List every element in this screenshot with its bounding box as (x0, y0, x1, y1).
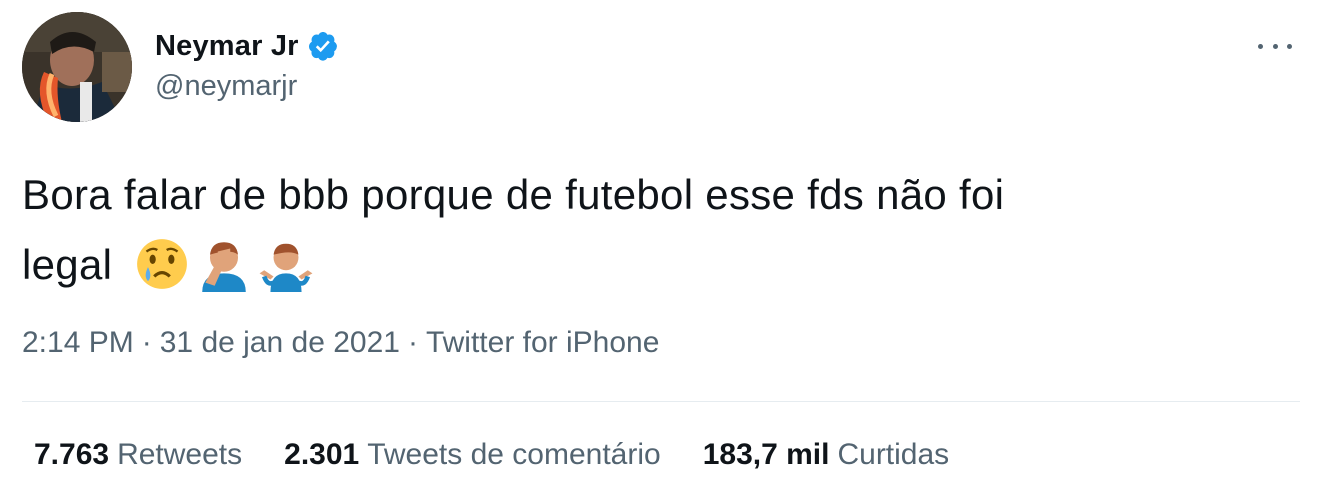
retweets-count: 7.763 (34, 438, 110, 471)
avatar-photo (22, 12, 132, 122)
quote-tweets-count: 2.301 (284, 438, 360, 471)
tweet-source[interactable]: Twitter for iPhone (426, 326, 659, 359)
tweet-date[interactable]: 31 de jan de 2021 (160, 326, 400, 359)
more-dot (1272, 43, 1278, 49)
crying-face-emoji-icon (134, 236, 190, 292)
author-handle[interactable]: @neymarjr (155, 70, 297, 103)
quote-tweets-stat[interactable]: 2.301 Tweets de comentário (284, 438, 661, 472)
tweet-text: Bora falar de bbb porque de futebol esse… (22, 160, 1302, 300)
verified-badge-icon (307, 30, 339, 62)
retweets-stat[interactable]: 7.763 Retweets (34, 438, 242, 472)
man-shrugging-emoji-icon (258, 236, 314, 292)
more-dot (1258, 43, 1263, 49)
author-display-name[interactable]: Neymar Jr (155, 30, 299, 63)
meta-separator: · (141, 326, 152, 359)
quote-tweets-label: Tweets de comentário (367, 438, 661, 471)
divider (22, 401, 1300, 402)
tweet-meta: 2:14 PM · 31 de jan de 2021 · Twitter for iP… (22, 326, 659, 360)
likes-count: 183,7 mil (702, 438, 830, 471)
more-options-icon[interactable] (1258, 36, 1292, 56)
tweet-stats: 7.763 Retweets 2.301 Tweets de comentário … (34, 438, 991, 472)
avatar[interactable] (22, 12, 132, 122)
author-name-row[interactable]: Neymar Jr (155, 26, 339, 66)
meta-separator: · (407, 326, 418, 359)
tweet-text-line-2: legal (22, 230, 1302, 300)
likes-stat[interactable]: 183,7 mil Curtidas (703, 438, 949, 472)
tweet-text-line-2-text: legal (22, 241, 113, 288)
man-facepalming-emoji-icon (196, 236, 252, 292)
more-dot (1287, 43, 1292, 49)
retweets-label: Retweets (117, 438, 243, 471)
likes-label: Curtidas (837, 438, 950, 471)
tweet-time[interactable]: 2:14 PM (22, 326, 134, 359)
tweet-text-line-1: Bora falar de bbb porque de futebol esse… (22, 171, 1005, 218)
